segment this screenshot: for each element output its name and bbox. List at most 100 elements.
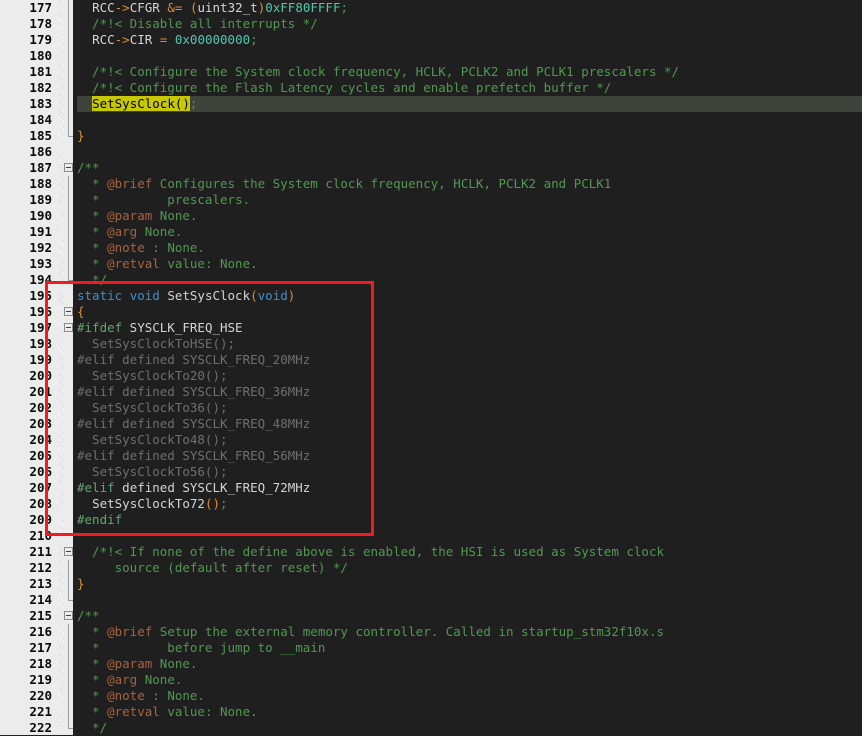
code-surface[interactable]: RCC->CFGR &= (uint32_t)0xFF80FFFF; /*!< …: [73, 0, 862, 735]
code-token: &=: [167, 0, 183, 15]
line-number: 196: [29, 304, 52, 319]
code-line[interactable]: #elif defined SYSCLK_FREQ_48MHz: [77, 416, 862, 432]
line-number: 194: [29, 272, 52, 287]
code-line[interactable]: */: [77, 272, 862, 288]
code-line[interactable]: /**: [77, 608, 862, 624]
fold-rail: [64, 64, 73, 80]
code-line[interactable]: #elif defined SYSCLK_FREQ_36MHz: [77, 384, 862, 400]
code-token: @param: [107, 208, 153, 223]
code-line[interactable]: {: [77, 304, 862, 320]
fold-rail: [64, 528, 73, 544]
line-number: 178: [29, 16, 52, 31]
line-number: 205: [29, 448, 52, 463]
fold-rail: [64, 560, 73, 576]
line-number: 207: [29, 480, 52, 495]
line-number: 217: [29, 640, 52, 655]
code-line[interactable]: SetSysClockTo72();: [77, 496, 862, 512]
code-token: None.: [137, 224, 183, 239]
fold-minus-icon[interactable]: [64, 611, 73, 620]
code-token: #elif defined SYSCLK_FREQ_56MHz: [77, 448, 311, 463]
code-line[interactable]: RCC->CIR = 0x00000000;: [77, 32, 862, 48]
code-line[interactable]: }: [77, 128, 862, 144]
code-line[interactable]: [77, 528, 862, 544]
fold-toggle-icon[interactable]: [64, 608, 73, 624]
code-line[interactable]: * @note : None.: [77, 240, 862, 256]
code-token: @brief: [107, 624, 153, 639]
code-token: value: None.: [159, 256, 258, 271]
code-token: ;: [189, 96, 198, 111]
code-line[interactable]: }: [77, 576, 862, 592]
fold-toggle-icon[interactable]: [64, 544, 73, 560]
fold-minus-icon[interactable]: [64, 323, 73, 332]
code-line[interactable]: * @note : None.: [77, 688, 862, 704]
code-token: */: [77, 272, 108, 287]
fold-minus-icon[interactable]: [64, 307, 73, 316]
code-line[interactable]: * @arg None.: [77, 224, 862, 240]
fold-toggle-icon[interactable]: [64, 320, 73, 336]
code-token: RCC: [92, 32, 115, 47]
code-line[interactable]: * @param None.: [77, 208, 862, 224]
line-number: 203: [29, 416, 52, 431]
code-line[interactable]: /**: [77, 160, 862, 176]
code-token: *: [77, 672, 108, 687]
code-line[interactable]: RCC->CFGR &= (uint32_t)0xFF80FFFF;: [77, 0, 862, 16]
code-line[interactable]: * @retval value: None.: [77, 704, 862, 720]
code-folding-column[interactable]: [64, 0, 73, 735]
code-line[interactable]: * @retval value: None.: [77, 256, 862, 272]
fold-rail: [64, 32, 73, 48]
code-line[interactable]: #ifdef SYSCLK_FREQ_HSE: [77, 320, 862, 336]
code-token: {: [77, 304, 85, 319]
code-token: SetSysClockTo72: [92, 496, 205, 511]
code-token: @note: [107, 240, 145, 255]
fold-rail: [64, 128, 73, 144]
code-line[interactable]: SetSysClockTo36();: [77, 400, 862, 416]
fold-toggle-icon[interactable]: [64, 160, 73, 176]
code-token: @retval: [107, 704, 160, 719]
code-line[interactable]: SetSysClockTo56();: [77, 464, 862, 480]
fold-rail: [64, 16, 73, 32]
fold-rail: [64, 640, 73, 656]
code-editor-pane[interactable]: 177 178 179 180 181 182 183 184 185 186 187 188 189 1…: [0, 0, 862, 735]
line-number: 186: [29, 144, 52, 159]
code-line[interactable]: * @brief Setup the external memory contr…: [77, 624, 862, 640]
code-text[interactable]: RCC->CFGR &= (uint32_t)0xFF80FFFF; /*!< …: [73, 0, 862, 735]
line-number: 188: [29, 176, 52, 191]
code-line[interactable]: #elif defined SYSCLK_FREQ_72MHz: [77, 480, 862, 496]
code-line[interactable]: * @brief Configures the System clock fre…: [77, 176, 862, 192]
code-line[interactable]: SetSysClockTo48();: [77, 432, 862, 448]
code-line[interactable]: #endif: [77, 512, 862, 528]
code-token: SetSysClockToHSE();: [77, 336, 236, 351]
code-line[interactable]: /*!< If none of the define above is enab…: [77, 544, 862, 560]
fold-rail: [64, 496, 73, 512]
code-line[interactable]: SetSysClockTo20();: [77, 368, 862, 384]
code-line[interactable]: * before jump to __main: [77, 640, 862, 656]
line-number: 214: [29, 592, 52, 607]
code-line-current[interactable]: SetSysClock();: [77, 96, 862, 112]
code-token: }: [77, 576, 85, 591]
code-line[interactable]: /*!< Disable all interrupts */: [77, 16, 862, 32]
code-line[interactable]: static void SetSysClock(void): [77, 288, 862, 304]
code-line[interactable]: #elif defined SYSCLK_FREQ_20MHz: [77, 352, 862, 368]
code-line[interactable]: [77, 144, 862, 160]
fold-minus-icon[interactable]: [64, 547, 73, 556]
code-line[interactable]: [77, 48, 862, 64]
code-line[interactable]: /*!< Configure the Flash Latency cycles …: [77, 80, 862, 96]
code-line[interactable]: * prescalers.: [77, 192, 862, 208]
code-line[interactable]: */: [77, 720, 862, 735]
code-line[interactable]: * @arg None.: [77, 672, 862, 688]
code-line[interactable]: source (default after reset) */: [77, 560, 862, 576]
code-line[interactable]: [77, 592, 862, 608]
line-number: 179: [29, 32, 52, 47]
code-line[interactable]: SetSysClockToHSE();: [77, 336, 862, 352]
code-line[interactable]: [77, 112, 862, 128]
code-line[interactable]: * @param None.: [77, 656, 862, 672]
code-line[interactable]: /*!< Configure the System clock frequenc…: [77, 64, 862, 80]
code-token: ->: [114, 32, 130, 47]
code-line[interactable]: #elif defined SYSCLK_FREQ_56MHz: [77, 448, 862, 464]
line-number-gutter[interactable]: 177 178 179 180 181 182 183 184 185 186 187 188 189 1…: [0, 0, 58, 735]
fold-minus-icon[interactable]: [64, 163, 73, 172]
fold-toggle-icon[interactable]: [64, 304, 73, 320]
code-token: SetSysClockTo56();: [77, 464, 228, 479]
line-number: 212: [29, 560, 52, 575]
line-number: 190: [29, 208, 52, 223]
